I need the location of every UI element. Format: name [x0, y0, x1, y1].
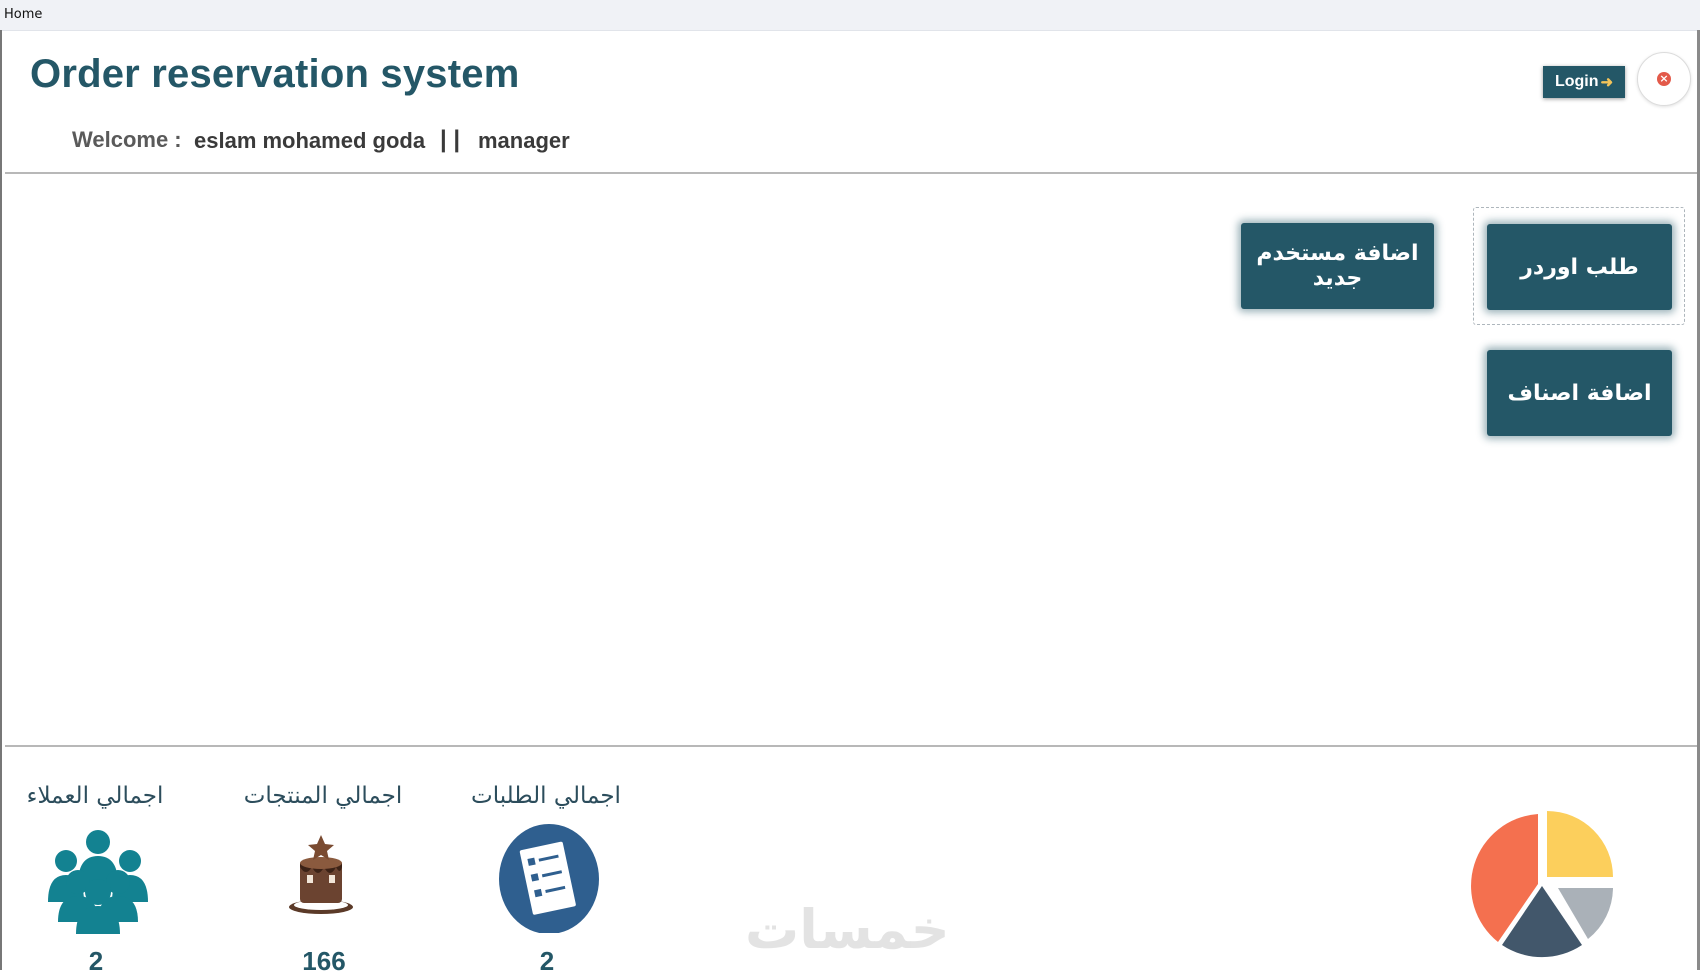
- user-role: manager: [478, 128, 570, 153]
- login-label: Login: [1554, 73, 1599, 90]
- add-user-button[interactable]: اضافة مستخدم جديد: [1241, 223, 1434, 309]
- add-items-button[interactable]: اضافة اصناف: [1487, 350, 1672, 436]
- total-orders-label: اجمالي الطلبات: [471, 783, 621, 809]
- app-title: Order reservation system: [30, 52, 520, 96]
- window-titlebar: Home: [0, 0, 1700, 31]
- order-request-button[interactable]: طلب اوردر: [1487, 224, 1672, 310]
- pie-chart-icon: [1470, 800, 1620, 970]
- total-customers-value: 2: [88, 946, 104, 976]
- total-products-value: 166: [302, 946, 346, 976]
- header-divider: [5, 172, 1697, 174]
- user-name: eslam mohamed goda: [194, 128, 426, 153]
- total-orders-value: 2: [539, 946, 555, 976]
- welcome-label: Welcome :: [72, 127, 182, 152]
- close-icon: ×: [1657, 72, 1671, 86]
- window-frame-left: [0, 30, 2, 970]
- total-products-label: اجمالي المنتجات: [243, 783, 403, 809]
- total-customers-label: اجمالي العملاء: [26, 783, 164, 809]
- login-button[interactable]: Login ➜: [1543, 66, 1625, 98]
- login-icon: ➜: [1600, 74, 1614, 91]
- window-title: Home: [4, 7, 43, 22]
- watermark: خمسات: [745, 898, 950, 961]
- footer-divider: [5, 745, 1697, 747]
- header-separator: | |: [440, 126, 461, 153]
- cake-icon: [286, 833, 356, 919]
- close-button[interactable]: ×: [1637, 52, 1691, 106]
- users-icon: [44, 826, 152, 934]
- checklist-icon: [498, 823, 600, 934]
